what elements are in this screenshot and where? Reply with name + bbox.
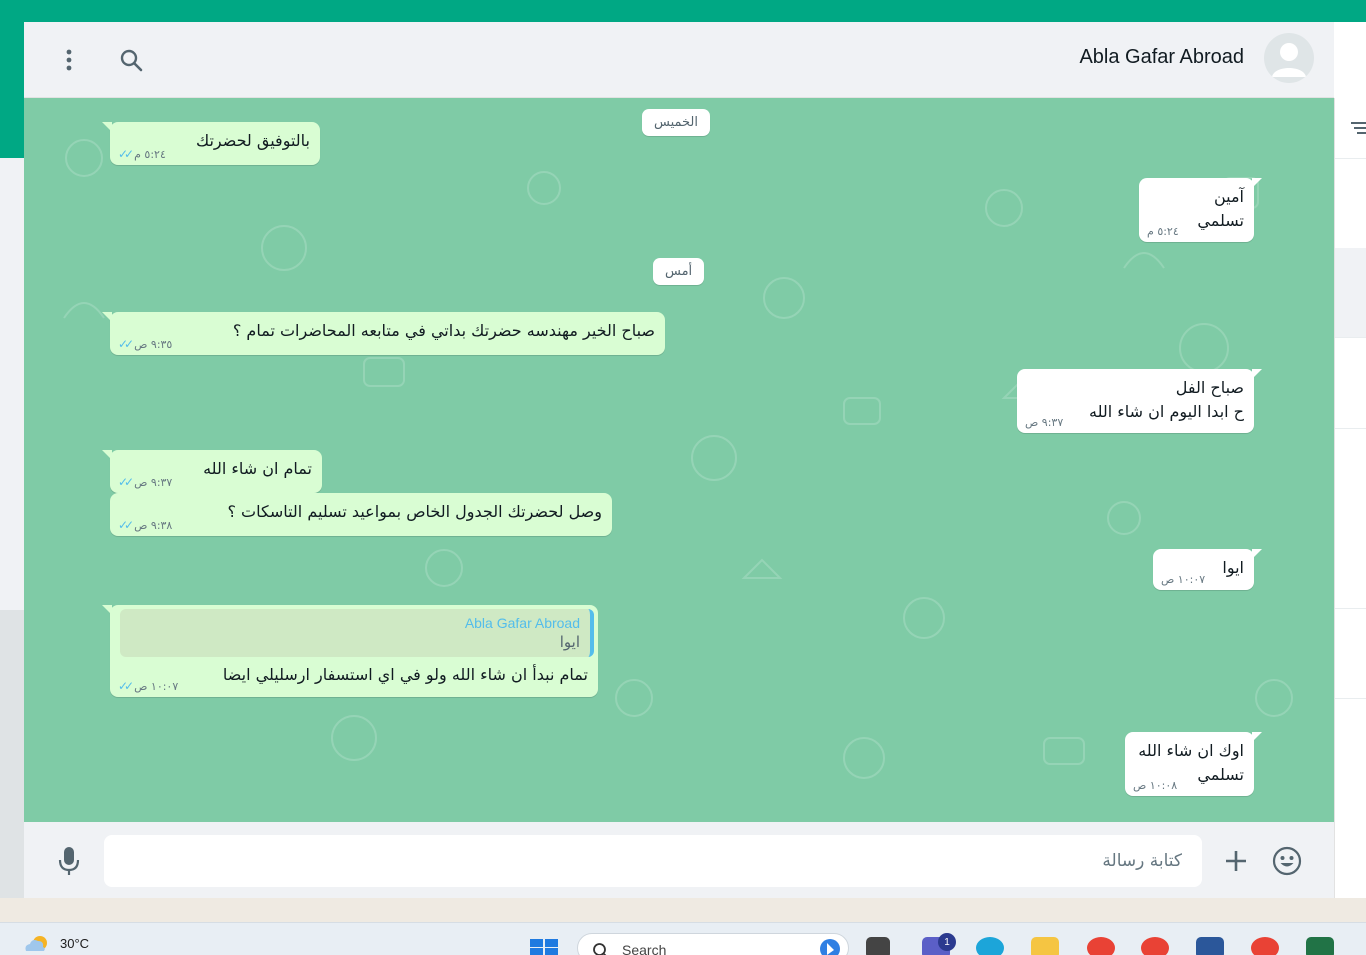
message-bubble-incoming[interactable]: وصل لحضرتك الجدول الخاص بمواعيد تسليم ال…	[110, 493, 612, 536]
message-input-box[interactable]	[104, 835, 1202, 887]
chrome-profile-icon-2[interactable]	[1251, 937, 1279, 955]
chrome-icon[interactable]	[1087, 937, 1115, 955]
left-background-strip	[0, 158, 24, 898]
message-time: ٩:٣٥ ص	[134, 337, 173, 351]
message-bubble-outgoing[interactable]: ايوا ١٠:٠٧ ص	[1153, 549, 1262, 590]
message-time: ٩:٣٧ ص	[134, 475, 173, 489]
message-meta: ٩:٣٥ ص ✓✓	[118, 337, 172, 351]
date-separator-yesterday: أمس	[653, 258, 705, 285]
double-check-icon: ✓✓	[118, 475, 134, 489]
contact-name[interactable]: Abla Gafar Abroad	[1079, 46, 1244, 69]
message-composer	[24, 822, 1334, 898]
avatar-icon[interactable]	[1264, 33, 1314, 83]
message-time: ١٠:٠٨ ص	[1133, 779, 1178, 792]
quoted-author: Abla Gafar Abroad	[464, 615, 580, 631]
emoji-icon[interactable]	[1272, 846, 1302, 876]
double-check-icon: ✓✓	[118, 337, 134, 351]
double-check-icon: ✓✓	[118, 147, 134, 161]
windows-taskbar: 30°C Search 1	[0, 922, 1366, 955]
message-time: ٩:٣٧ ص	[1025, 416, 1064, 429]
excel-icon[interactable]	[1306, 937, 1334, 955]
message-time: ١٠:٠٧ ص	[1161, 573, 1206, 586]
search-icon[interactable]	[117, 46, 145, 74]
message-input[interactable]	[104, 835, 1202, 887]
weather-cloud-icon	[25, 936, 47, 951]
microphone-icon[interactable]	[54, 846, 84, 876]
search-icon	[593, 943, 607, 955]
quoted-message[interactable]: Abla Gafar Abroad ايوا	[120, 609, 594, 657]
message-bubble-outgoing[interactable]: صباح الفل ح ابدا اليوم ان شاء الله ٩:٣٧ …	[1017, 369, 1262, 433]
message-meta: ٩:٣٧ ص	[1025, 416, 1063, 429]
message-bubble-outgoing[interactable]: اوك ان شاء الله تسلمي ١٠:٠٨ ص	[1125, 732, 1262, 796]
message-time: ٥:٢٤ م	[1147, 225, 1179, 238]
teams-notification-badge: 1	[938, 933, 956, 951]
message-meta: ٥:٢٤ م	[1147, 225, 1179, 238]
message-meta: ١٠:٠٨ ص	[1133, 779, 1177, 792]
edge-icon[interactable]	[976, 937, 1004, 955]
message-meta: ١٠:٠٧ ص ✓✓	[118, 679, 178, 693]
plus-icon[interactable]	[1221, 846, 1251, 876]
taskview-icon[interactable]	[866, 937, 890, 955]
windows-start-icon[interactable]	[530, 939, 558, 955]
message-bubble-outgoing[interactable]: آمين تسلمي ٥:٢٤ م	[1139, 178, 1262, 242]
message-text: وصل لحضرتك الجدول الخاص بمواعيد تسليم ال…	[227, 502, 602, 521]
bing-icon	[820, 939, 840, 955]
message-bubble-incoming[interactable]: تمام ان شاء الله ٩:٣٧ ص ✓✓	[102, 450, 322, 493]
message-meta: ٥:٢٤ م ✓✓	[118, 147, 166, 161]
taskbar-search-label: Search	[622, 942, 667, 955]
message-time: ٩:٣٨ ص	[134, 518, 173, 532]
message-text: صباح الفل	[1175, 378, 1244, 397]
message-bubble-incoming[interactable]: بالتوفيق لحضرتك ٥:٢٤ م ✓✓	[102, 122, 320, 165]
message-meta: ١٠:٠٧ ص	[1161, 573, 1205, 586]
filter-icon[interactable]	[1349, 120, 1366, 139]
message-bubble-incoming[interactable]: صباح الخير مهندسه حضرتك بداتي في متابعه …	[102, 312, 665, 355]
message-time: ١٠:٠٧ ص	[134, 679, 179, 693]
message-text: اوك ان شاء الله	[1138, 741, 1244, 760]
whatsapp-window: Abla Gafar Abroad الخميس أمس بالتوفيق لح…	[24, 22, 1366, 898]
double-check-icon: ✓✓	[118, 679, 134, 693]
date-separator-thursday: الخميس	[642, 109, 710, 136]
message-time: ٥:٢٤ م	[134, 147, 166, 161]
taskbar-search[interactable]: Search	[577, 933, 849, 955]
word-icon[interactable]	[1196, 937, 1224, 955]
temperature: 30°C	[60, 935, 90, 951]
quoted-text: ايوا	[559, 633, 580, 651]
double-check-icon: ✓✓	[118, 518, 134, 532]
message-bubble-incoming-reply[interactable]: Abla Gafar Abroad ايوا تمام نبدأ ان شاء …	[102, 605, 598, 697]
message-text: تمام نبدأ ان شاء الله ولو في اي استسفار …	[222, 665, 588, 684]
chat-list-item-selected[interactable]	[1335, 248, 1366, 338]
chrome-profile-icon[interactable]	[1141, 937, 1169, 955]
message-text: آمين	[1213, 187, 1244, 206]
message-meta: ٩:٣٨ ص ✓✓	[118, 518, 172, 532]
message-meta: ٩:٣٧ ص ✓✓	[118, 475, 172, 489]
chat-messages-area[interactable]: الخميس أمس بالتوفيق لحضرتك ٥:٢٤ م ✓✓ آمي…	[24, 98, 1334, 822]
chat-header[interactable]: Abla Gafar Abroad	[24, 22, 1334, 98]
menu-dots-icon[interactable]	[55, 46, 83, 74]
message-text: صباح الخير مهندسه حضرتك بداتي في متابعه …	[232, 321, 655, 340]
side-panel-partial	[1334, 98, 1366, 898]
file-explorer-icon[interactable]	[1031, 937, 1059, 955]
weather-widget[interactable]: 30°C	[22, 933, 89, 953]
